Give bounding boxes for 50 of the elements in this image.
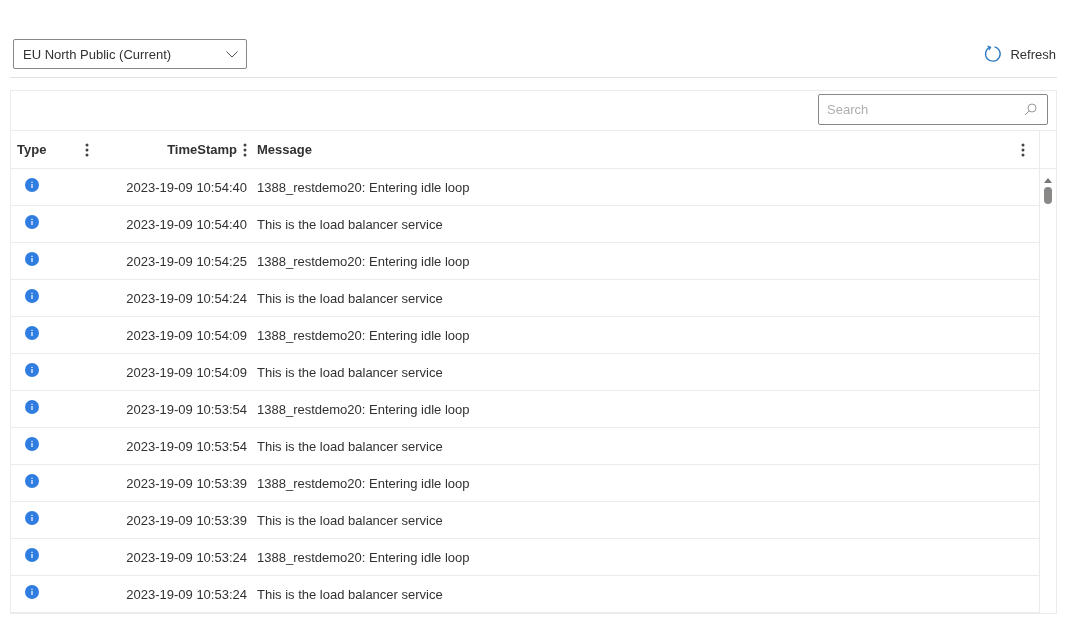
info-icon: [25, 215, 39, 229]
table-cell-text: 1388_restdemo20: Entering idle loop: [256, 253, 471, 269]
search-icon: [1024, 103, 1037, 116]
info-icon: [25, 252, 39, 266]
table-cell-text: 2023-19-09 10:53:54: [125, 401, 247, 417]
table-cell-text: 2023-19-09 10:53:39: [125, 512, 247, 528]
chevron-down-icon: [226, 50, 238, 58]
info-icon: [25, 326, 39, 340]
table-cell-text: 1388_restdemo20: Entering idle loop: [256, 327, 471, 343]
info-icon: [25, 585, 39, 599]
table-cell-text: 1388_restdemo20: Entering idle loop: [256, 179, 471, 195]
region-dropdown[interactable]: EU North Public (Current): [13, 39, 247, 69]
table-cell-text: 1388_restdemo20: Entering idle loop: [256, 549, 471, 565]
table-cell-text: This is the load balancer service: [256, 290, 444, 306]
column-header[interactable]: Message: [257, 142, 312, 157]
table-cell-text: 2023-19-09 10:53:39: [125, 475, 247, 491]
info-icon: [25, 437, 39, 451]
table-cell-text: This is the load balancer service: [256, 216, 444, 232]
search-field[interactable]: Search: [818, 94, 1048, 125]
table-cell-text: 2023-19-09 10:54:09: [125, 364, 247, 380]
table-cell-text: 2023-19-09 10:54:40: [125, 216, 247, 232]
column-menu-icon[interactable]: [1021, 142, 1025, 157]
info-icon: [25, 474, 39, 488]
scrollbar-thumb[interactable]: [1044, 187, 1052, 204]
column-menu-icon[interactable]: [243, 142, 247, 157]
table-cell-text: This is the load balancer service: [256, 438, 444, 454]
table-cell-text: 2023-19-09 10:54:40: [125, 179, 247, 195]
table-cell-text: 2023-19-09 10:54:09: [125, 327, 247, 343]
info-icon: [25, 289, 39, 303]
table-cell-text: This is the load balancer service: [256, 586, 444, 602]
table-cell-text: This is the load balancer service: [256, 512, 444, 528]
table-cell-text: This is the load balancer service: [256, 364, 444, 380]
info-icon: [25, 363, 39, 377]
table-cell-text: 1388_restdemo20: Entering idle loop: [256, 475, 471, 491]
table-cell-text: 2023-19-09 10:54:25: [125, 253, 247, 269]
scroll-up-icon[interactable]: [1043, 177, 1053, 183]
table-cell-text: 1388_restdemo20: Entering idle loop: [256, 401, 471, 417]
info-icon: [25, 511, 39, 525]
info-icon: [25, 548, 39, 562]
column-header[interactable]: Type: [17, 142, 47, 157]
info-icon: [25, 400, 39, 414]
info-icon: [25, 178, 39, 192]
column-menu-icon[interactable]: [85, 142, 89, 157]
table-cell-text: 2023-19-09 10:53:24: [125, 549, 247, 565]
refresh-icon: [984, 45, 1003, 63]
table-cell-text: 2023-19-09 10:53:54: [125, 438, 247, 454]
table-cell-text: 2023-19-09 10:54:24: [125, 290, 247, 306]
column-header[interactable]: TimeStamp: [167, 142, 237, 157]
refresh-button[interactable]: Refresh: [984, 45, 1056, 63]
table-cell-text: 2023-19-09 10:53:24: [125, 586, 247, 602]
